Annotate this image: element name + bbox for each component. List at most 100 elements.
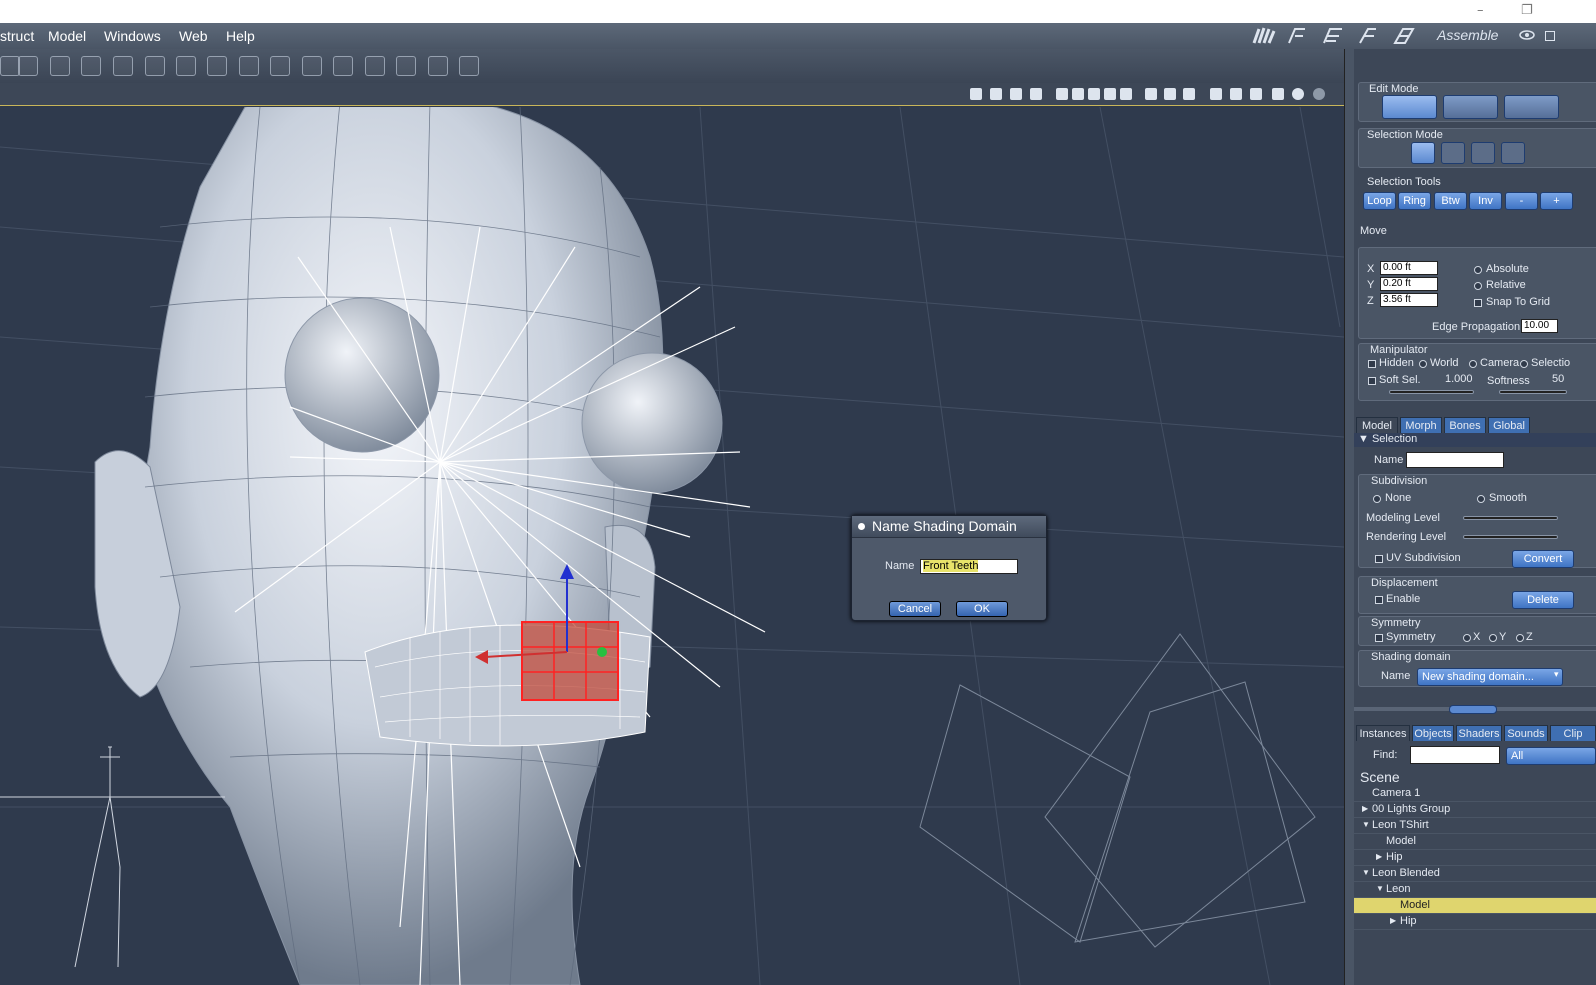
tab-model[interactable]: Model [1356,417,1398,433]
splitter-handle[interactable] [1449,705,1497,714]
lights-icon[interactable] [970,88,982,100]
layout-5-icon[interactable] [1120,88,1132,100]
layout-4-icon[interactable] [1104,88,1116,100]
select-point-icon[interactable] [1441,142,1465,164]
tab-objects[interactable]: Objects [1412,725,1454,741]
shield-3-icon[interactable] [1183,88,1195,100]
x-field[interactable]: 0.00 ft [1380,261,1438,275]
mesh-icon[interactable] [239,56,259,76]
shaded-sphere-icon[interactable] [1292,88,1304,100]
shield-2-icon[interactable] [1164,88,1176,100]
absolute-radio[interactable] [1474,266,1482,274]
symmetry-checkbox[interactable] [1375,634,1383,642]
symmetry-y-radio[interactable] [1489,634,1497,642]
expand-tshirt-hip-icon[interactable]: ▶ [1376,852,1382,861]
symmetry-z-radio[interactable] [1516,634,1524,642]
eye-icon[interactable] [1519,29,1535,41]
modeling-level-slider[interactable] [1463,516,1558,520]
cube-icon[interactable] [396,56,416,76]
render-mode-4-icon[interactable] [1272,88,1284,100]
camera-icon[interactable] [990,88,1002,100]
dialog-ok-button[interactable]: OK [956,601,1008,617]
taper-icon[interactable] [81,56,101,76]
wrap-icon[interactable] [428,56,448,76]
scene-item-tshirt-hip[interactable]: Hip [1354,850,1596,866]
panel-toggle-icon[interactable] [1545,31,1555,41]
delete-button[interactable]: Delete [1512,591,1574,609]
dialog-close-icon[interactable] [858,523,865,530]
render-mode-2-icon[interactable] [1230,88,1242,100]
edge-propagation-field[interactable]: 10.00 [1521,319,1558,333]
dent-icon[interactable] [207,56,227,76]
grid-toggle-icon[interactable] [1030,88,1042,100]
select-edge-icon[interactable] [1471,142,1495,164]
room-material-icon[interactable] [1320,25,1346,47]
room-hair-icon[interactable] [1391,25,1417,47]
collapse-tshirt-icon[interactable]: ▼ [1362,820,1370,829]
grow-button[interactable]: + [1540,192,1573,210]
brush-icon[interactable] [365,56,385,76]
tab-global[interactable]: Global [1488,417,1530,433]
edit-mode-grid-button[interactable] [1504,95,1559,119]
pencil-icon[interactable] [333,56,353,76]
menu-model[interactable]: Model [48,28,86,44]
subdivision-none-radio[interactable] [1373,495,1381,503]
rendering-level-slider[interactable] [1463,535,1558,539]
scene-item-tshirt-model[interactable]: Model [1354,834,1596,850]
scene-item-leon-tshirt[interactable]: Leon TShirt [1354,818,1596,834]
expand-lights-icon[interactable]: ▶ [1362,804,1368,813]
uv-subdivision-checkbox[interactable] [1375,555,1383,563]
tab-instances[interactable]: Instances [1356,725,1410,741]
invert-button[interactable]: Inv [1469,192,1502,210]
stretch-icon[interactable] [145,56,165,76]
rotate-icon[interactable] [50,56,70,76]
hidden-checkbox[interactable] [1368,360,1376,368]
edit-mode-vertex-button[interactable] [1382,95,1437,119]
collapse-blended-icon[interactable]: ▼ [1362,868,1370,877]
tab-sounds[interactable]: Sounds [1504,725,1548,741]
paint-icon[interactable] [302,56,322,76]
restore-icon[interactable]: ❐ [1521,3,1533,18]
scene-item-camera[interactable]: Camera 1 [1354,786,1596,802]
dialog-name-input[interactable]: Front Teeth [920,559,1018,574]
world-radio[interactable] [1419,360,1427,368]
render-mode-1-icon[interactable] [1210,88,1222,100]
collapse-leon-icon[interactable]: ▼ [1376,884,1384,893]
layout-3-icon[interactable] [1088,88,1100,100]
bend-icon[interactable] [459,56,479,76]
menu-construct[interactable]: struct [0,28,34,44]
render-mode-3-icon[interactable] [1250,88,1262,100]
selection-name-input[interactable] [1406,452,1504,468]
menu-web[interactable]: Web [179,28,208,44]
symmetry-x-radio[interactable] [1463,634,1471,642]
displacement-enable-checkbox[interactable] [1375,596,1383,604]
tab-bones[interactable]: Bones [1444,417,1486,433]
scene-item-leon[interactable]: Leon [1354,882,1596,898]
dialog-cancel-button[interactable]: Cancel [889,601,941,617]
minimize-icon[interactable]: – [1477,3,1484,18]
z-field[interactable]: 3.56 ft [1380,293,1438,307]
move-icon[interactable] [0,56,20,76]
select-face-icon[interactable] [1501,142,1525,164]
scene-item-leon-blended[interactable]: Leon Blended [1354,866,1596,882]
convert-button[interactable]: Convert [1512,550,1574,568]
scene-render[interactable] [0,107,1344,985]
3d-viewport[interactable]: Name Shading Domain Name Front Teeth Can… [0,107,1344,985]
edit-mode-skin-button[interactable] [1443,95,1498,119]
menu-windows[interactable]: Windows [104,28,161,44]
smooth-icon[interactable] [270,56,290,76]
camera-radio[interactable] [1469,360,1477,368]
shrink-button[interactable]: - [1505,192,1538,210]
select-vertex-icon[interactable] [1411,142,1435,164]
layout-1-icon[interactable] [1056,88,1068,100]
loop-button[interactable]: Loop [1363,192,1396,210]
softness-slider[interactable] [1499,390,1567,394]
find-filter-select[interactable]: All [1506,747,1596,765]
shading-domain-select[interactable]: New shading domain... [1417,668,1563,686]
room-hand-icon[interactable] [1251,25,1277,47]
selection-header[interactable]: ▼ Selection [1354,433,1596,447]
subdivision-smooth-radio[interactable] [1477,495,1485,503]
soft-selection-checkbox[interactable] [1368,377,1376,385]
snap-grid-checkbox[interactable] [1474,299,1482,307]
y-field[interactable]: 0.20 ft [1380,277,1438,291]
